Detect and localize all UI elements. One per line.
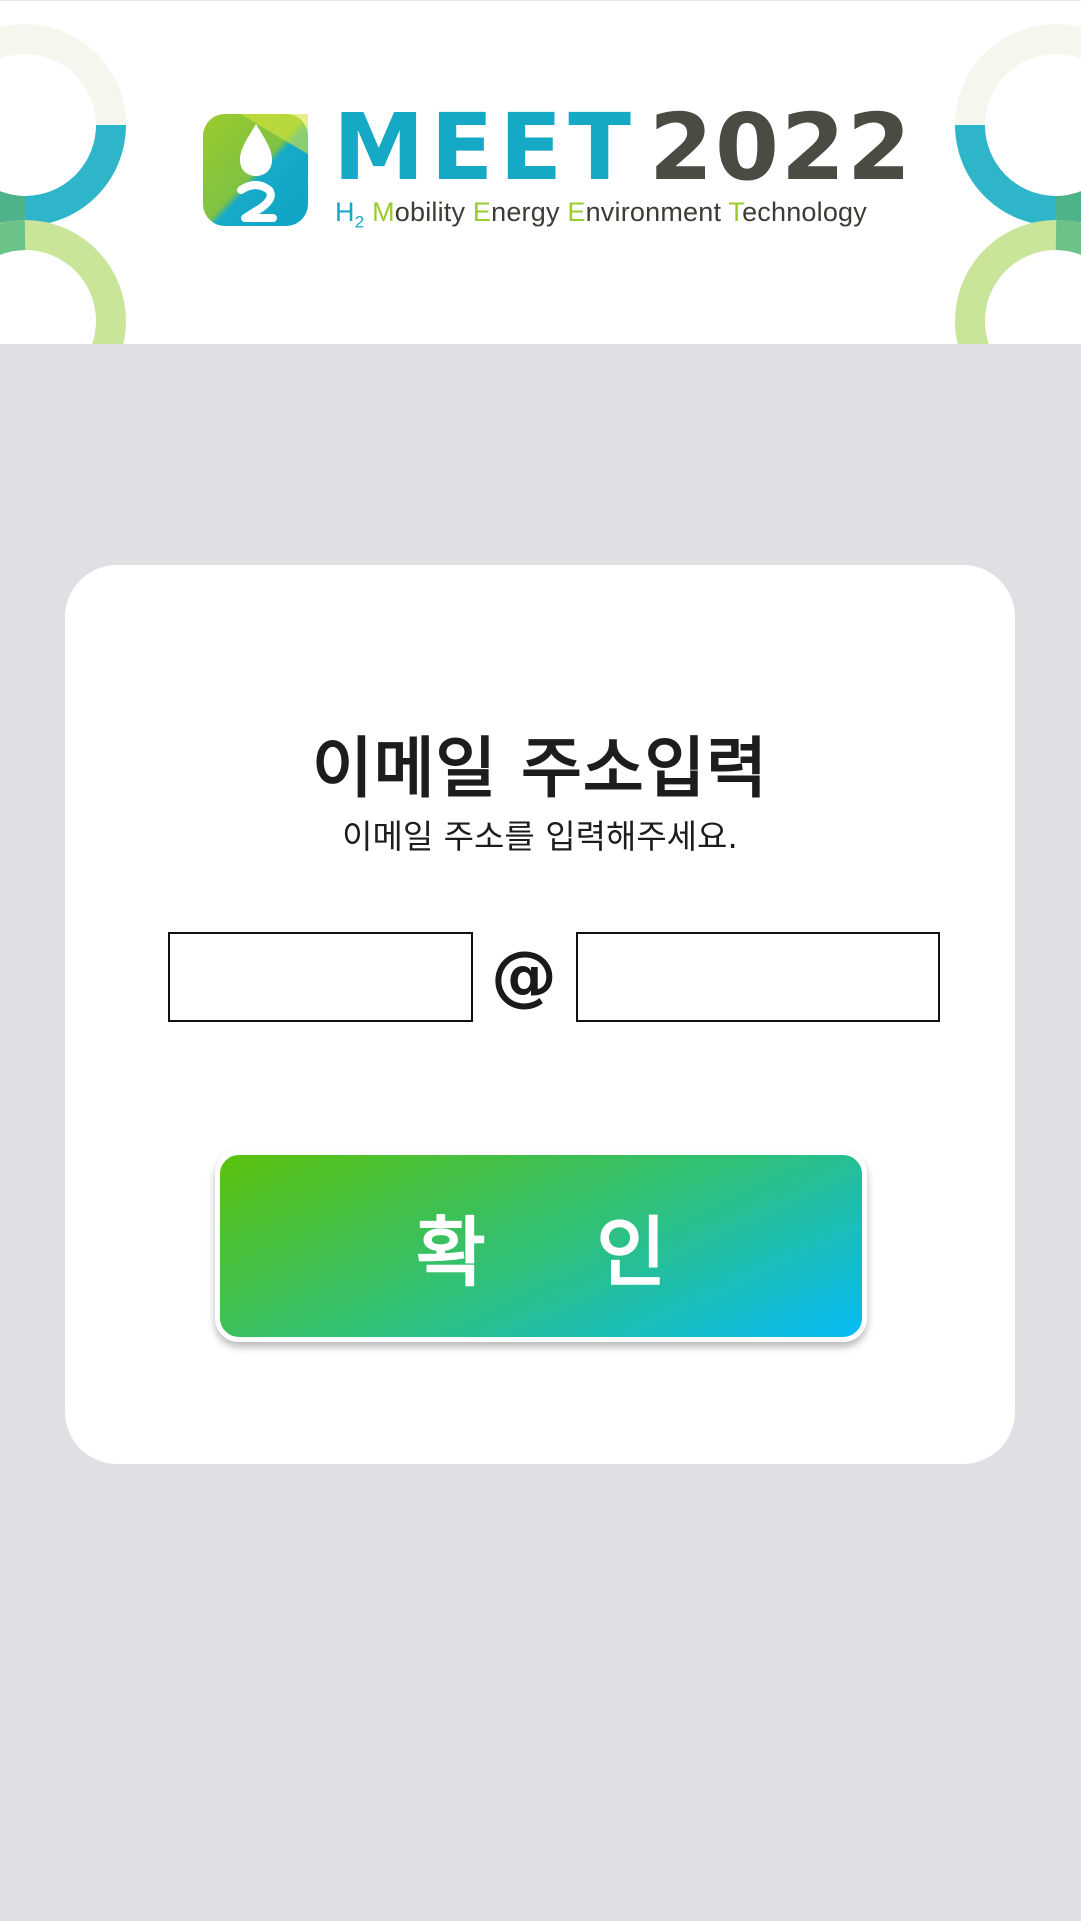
email-local-part-input[interactable] bbox=[168, 932, 473, 1022]
meet-2022-logo: MEET 2022 H2 Mobility Energy Environment … bbox=[203, 102, 911, 234]
confirm-button[interactable]: 확 인 bbox=[215, 1150, 867, 1342]
logo-tagline: H2 Mobility Energy Environment Technolog… bbox=[335, 197, 867, 232]
tagline-m: M bbox=[372, 197, 395, 227]
tagline-nvironment: nvironment bbox=[585, 197, 729, 227]
page-subtitle: 이메일 주소를 입력해주세요. bbox=[342, 817, 738, 856]
email-domain-input[interactable] bbox=[576, 932, 940, 1022]
ring-decoration-right bbox=[955, 24, 1081, 344]
tagline-echnology: echnology bbox=[742, 197, 867, 227]
tagline-t: T bbox=[728, 197, 743, 227]
logo-title: MEET 2022 bbox=[333, 102, 913, 194]
tagline-nergy: nergy bbox=[491, 197, 568, 227]
email-input-row: @ bbox=[168, 932, 940, 1024]
tagline-e2: E bbox=[567, 197, 586, 227]
logo-meet-text: MEET bbox=[333, 94, 637, 201]
logo-year-text: 2022 bbox=[649, 94, 914, 201]
tagline-subscript: 2 bbox=[354, 212, 365, 232]
header-banner: MEET 2022 H2 Mobility Energy Environment … bbox=[0, 0, 1081, 344]
email-entry-card: 이메일 주소입력 이메일 주소를 입력해주세요. @ 확 인 bbox=[65, 565, 1015, 1464]
h2-droplet-logo-icon bbox=[203, 114, 308, 226]
tagline-h: H bbox=[335, 197, 355, 227]
tagline-obility: obility bbox=[394, 197, 473, 227]
at-symbol: @ bbox=[491, 937, 557, 1014]
ring-decoration-left bbox=[0, 24, 126, 344]
page-title: 이메일 주소입력 bbox=[311, 730, 769, 807]
tagline-e1: E bbox=[472, 197, 492, 227]
